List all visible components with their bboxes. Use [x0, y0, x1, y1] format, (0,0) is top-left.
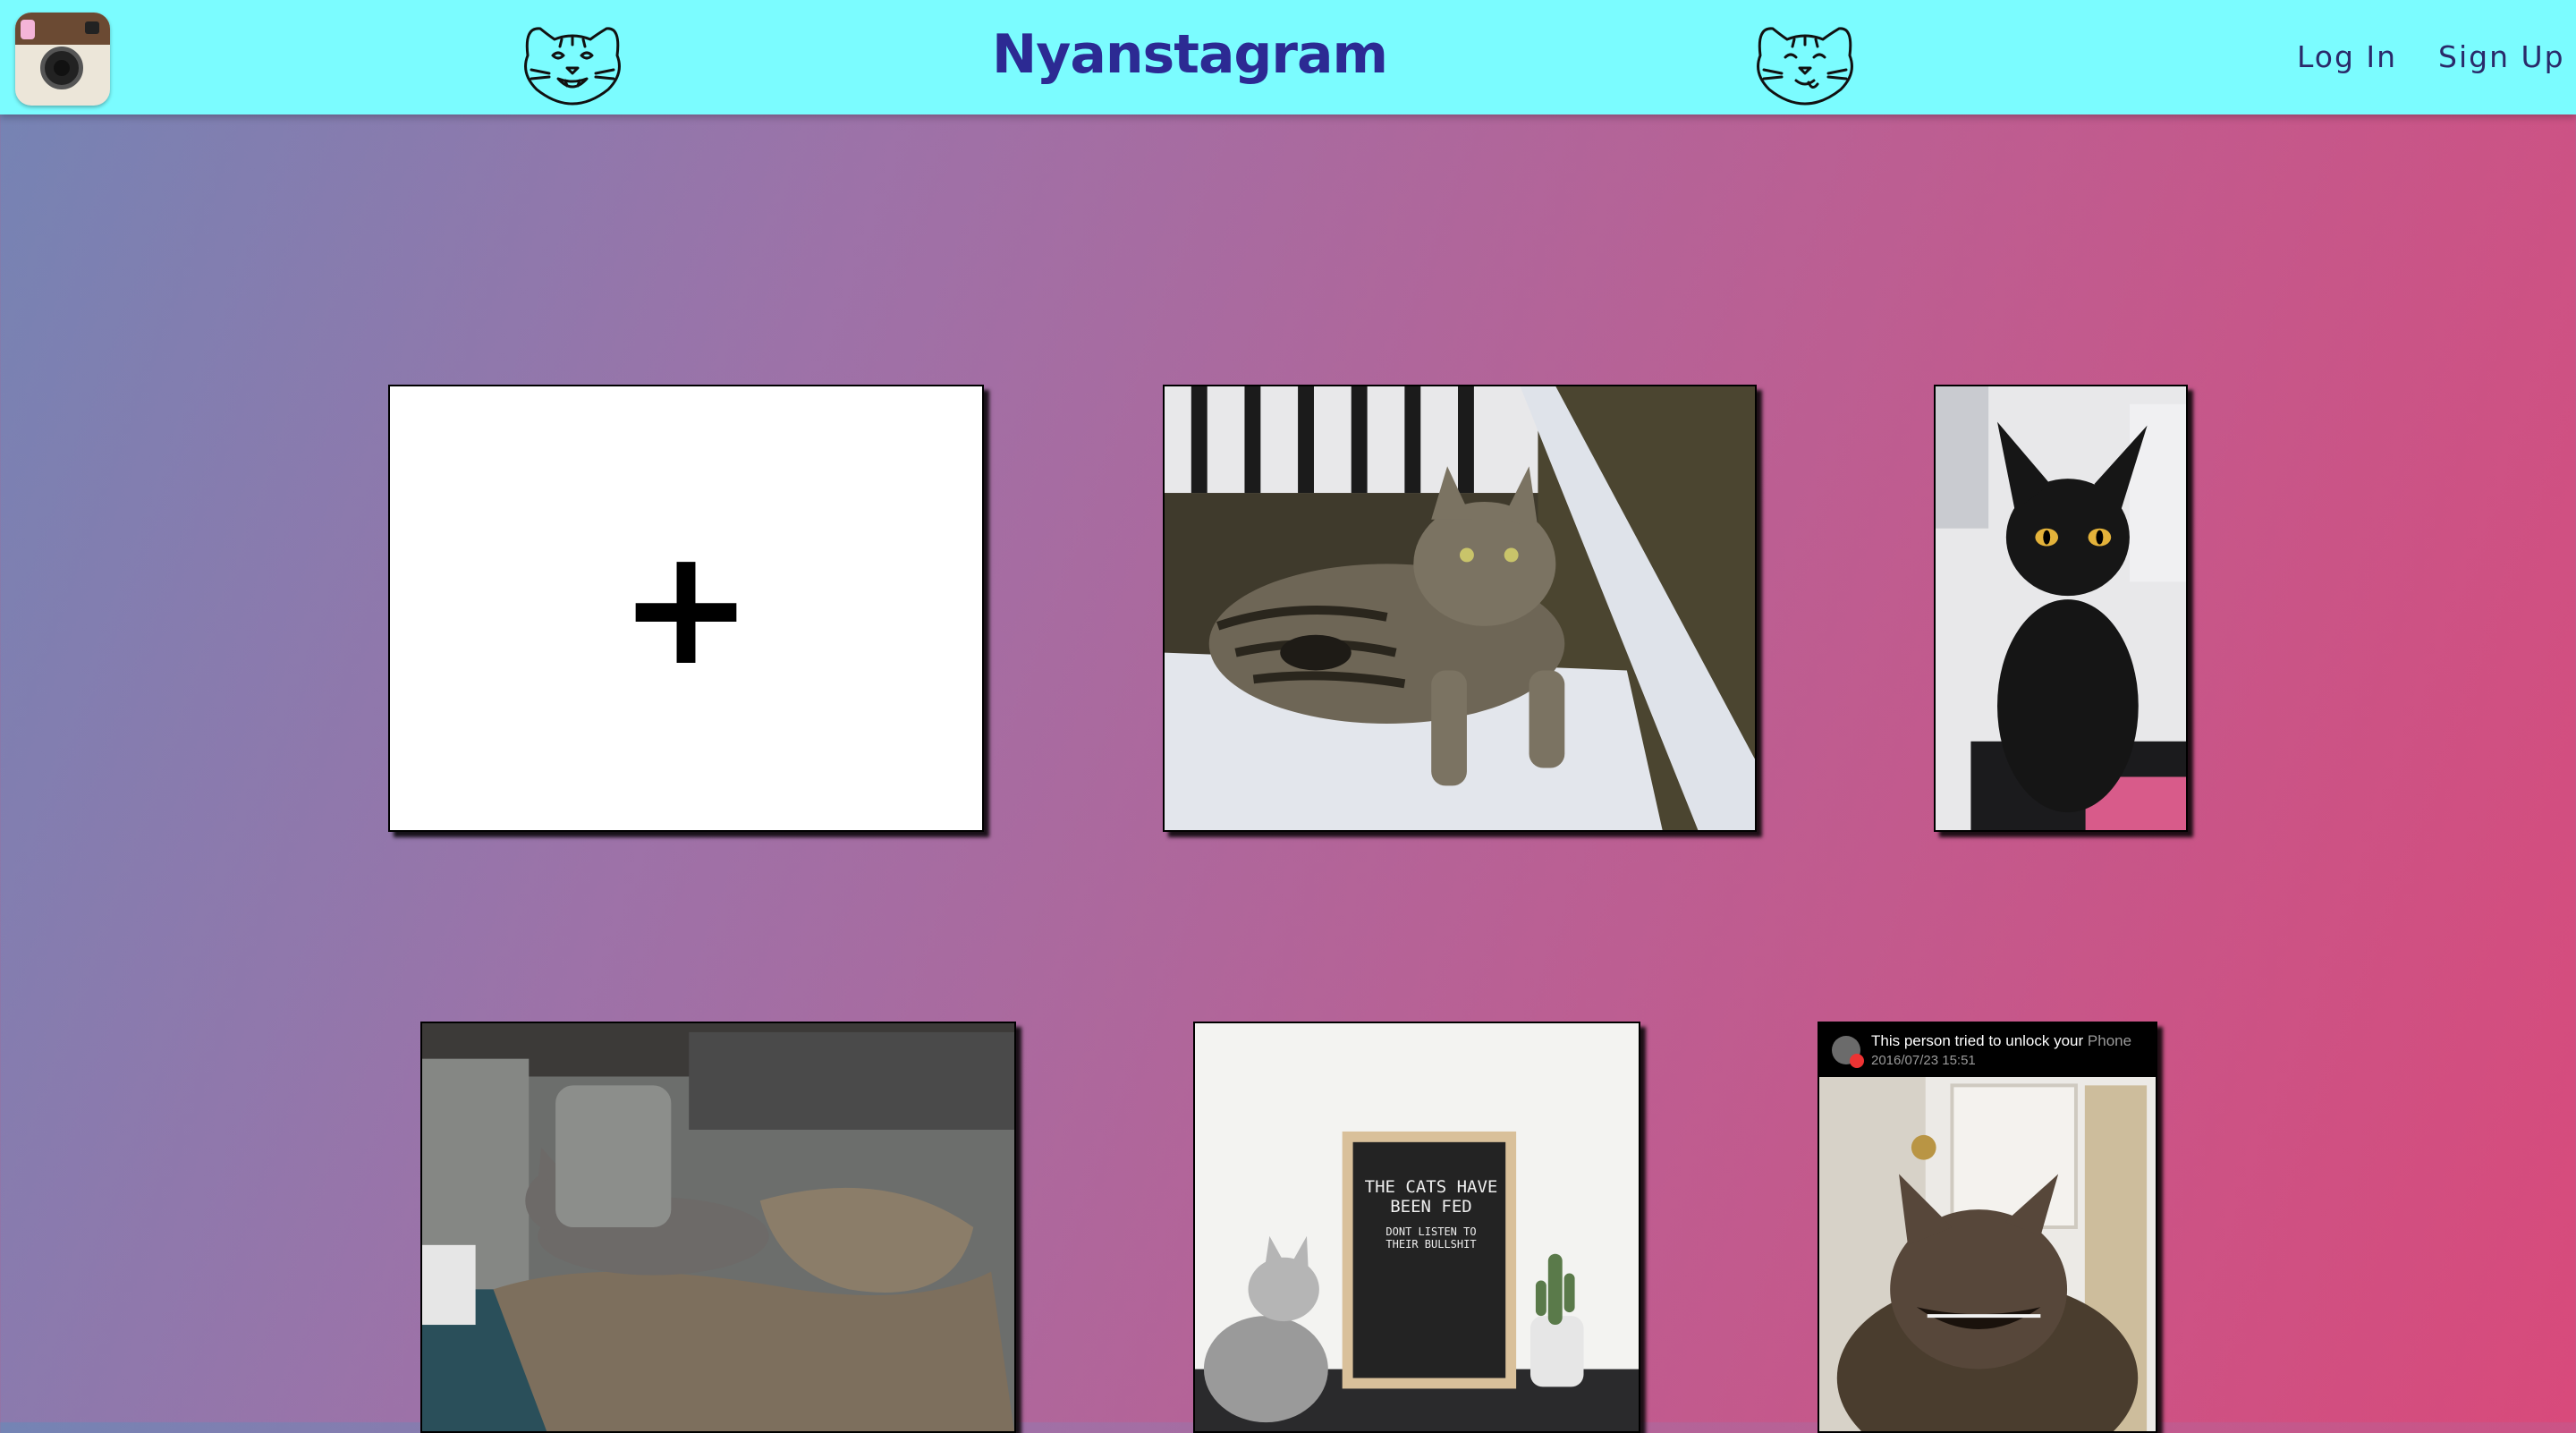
- logo-lens: [40, 47, 83, 89]
- notification-line: This person tried to unlock your: [1871, 1032, 2084, 1049]
- lock-notification: This person tried to unlock your Phone 2…: [1819, 1023, 2156, 1077]
- notification-time: 2016/07/23 15:51: [1871, 1053, 1976, 1068]
- top-navbar: Nyanstagram Log In Sign Up: [0, 0, 2576, 114]
- photo-tabby-on-bench[interactable]: [1163, 385, 1757, 832]
- tabby-cat-image: [1165, 386, 1755, 830]
- photo-gray-cat-couch[interactable]: [420, 1022, 1016, 1433]
- login-link[interactable]: Log In: [2297, 39, 2397, 74]
- gray-cat-couch-image: [422, 1023, 1014, 1431]
- alert-icon: [1850, 1054, 1864, 1068]
- letterboard-line-1: THE CATS HAVE: [1364, 1177, 1498, 1197]
- plus-icon: +: [618, 514, 754, 701]
- logo-flash: [85, 21, 99, 34]
- logo-sticker: [21, 20, 35, 39]
- notification-text: This person tried to unlock your Phone: [1871, 1032, 2131, 1050]
- black-cat-image: [1936, 386, 2186, 830]
- add-photo-card[interactable]: +: [388, 385, 984, 832]
- cat-face-icon: [1757, 27, 1853, 106]
- signup-link[interactable]: Sign Up: [2438, 39, 2565, 74]
- brand-title[interactable]: Nyanstagram: [984, 23, 1395, 86]
- camera-icon[interactable]: [15, 13, 110, 106]
- letterboard-line-4: THEIR BULLSHIT: [1385, 1238, 1477, 1251]
- photo-cat-phone-lock[interactable]: This person tried to unlock your Phone 2…: [1818, 1022, 2157, 1433]
- cat-face-icon: [524, 27, 621, 106]
- notification-dim: Phone: [2087, 1032, 2132, 1049]
- photo-cat-letterboard[interactable]: THE CATS HAVE BEEN FED DONT LISTEN TO TH…: [1193, 1022, 1640, 1433]
- letterboard-line-3: DONT LISTEN TO: [1385, 1225, 1477, 1238]
- letterboard-line-2: BEEN FED: [1390, 1197, 1472, 1217]
- cat-phone-lock-image: [1819, 1023, 2156, 1431]
- photo-black-cat[interactable]: [1934, 385, 2188, 832]
